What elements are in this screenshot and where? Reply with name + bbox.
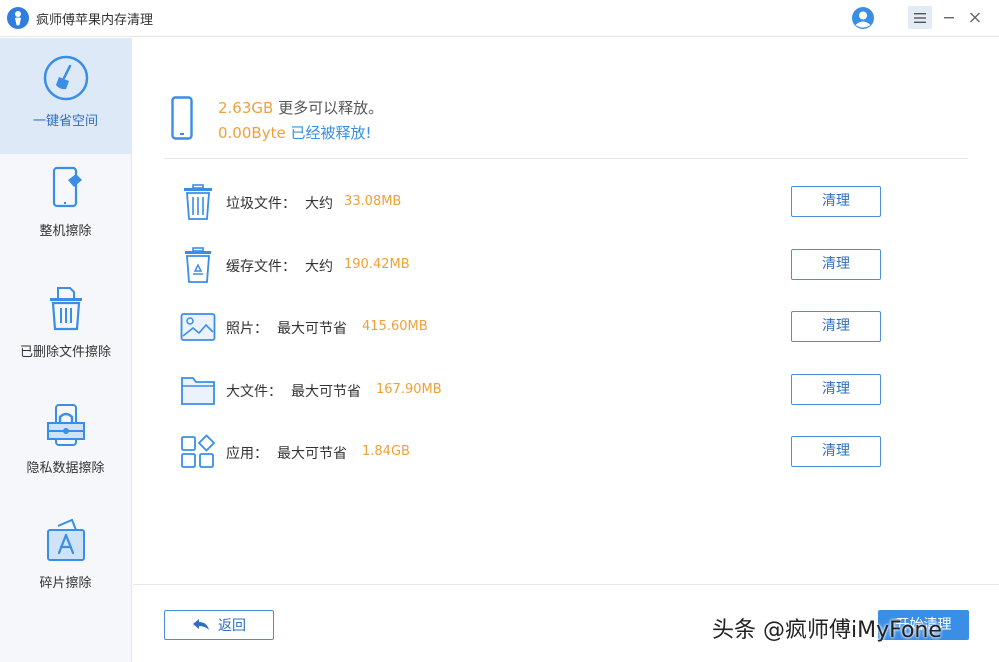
- freed-text: 已经被释放!: [290, 124, 372, 142]
- row-qualifier: 最大可节省: [277, 321, 347, 337]
- row-size: 190.42MB: [344, 257, 410, 272]
- title-bar: 疯师傅苹果内存清理: [0, 0, 999, 37]
- row-name: 垃圾文件：: [226, 196, 296, 212]
- list-item-large-files: 大文件： 最大可节省 167.90MB 清理: [0, 370, 999, 410]
- row-size: 167.90MB: [376, 382, 442, 397]
- row-name: 缓存文件：: [226, 259, 296, 275]
- app-title: 疯师傅苹果内存清理: [36, 13, 154, 28]
- freeable-text: 更多可以释放。: [278, 99, 384, 117]
- clean-button[interactable]: 清理: [791, 374, 881, 405]
- row-qualifier: 大约: [305, 196, 333, 212]
- row-size: 33.08MB: [344, 194, 402, 209]
- watermark: 头条 @疯师傅iMyFone: [712, 618, 942, 643]
- sidebar-item-one-click-save[interactable]: 一键省空间: [0, 38, 131, 154]
- clean-button[interactable]: 清理: [791, 186, 881, 217]
- apps-grid-icon: [181, 434, 216, 468]
- back-arrow-icon: [193, 619, 209, 630]
- row-name: 大文件：: [226, 384, 282, 400]
- account-icon[interactable]: [851, 6, 875, 30]
- list-item-junk-files: 垃圾文件： 大约 33.08MB 清理: [0, 182, 999, 222]
- folder-icon: [181, 377, 215, 405]
- sidebar-item-label: 碎片擦除: [39, 576, 92, 591]
- trash-can-icon: [184, 184, 212, 220]
- row-name: 应用：: [226, 446, 268, 462]
- menu-button[interactable]: [908, 6, 932, 29]
- row-size: 1.84GB: [362, 444, 410, 459]
- list-item-photos: 照片： 最大可节省 415.60MB 清理: [0, 307, 999, 347]
- clean-button[interactable]: 清理: [791, 436, 881, 467]
- summary-divider: [164, 158, 968, 159]
- sidebar-item-fragment-erase[interactable]: 碎片擦除: [0, 516, 131, 626]
- list-item-cache-files: 缓存文件： 大约 190.42MB 清理: [0, 245, 999, 285]
- footer-divider: [133, 584, 999, 585]
- sidebar-item-label: 一键省空间: [32, 114, 98, 129]
- back-button-label: 返回: [218, 618, 246, 634]
- clean-button[interactable]: 清理: [791, 311, 881, 342]
- row-qualifier: 最大可节省: [291, 384, 361, 400]
- app-window: 疯师傅苹果内存清理 一键省空间 整机擦除 已删除文件擦除 隐私数据擦除 碎片擦除…: [0, 0, 999, 662]
- recycle-bin-icon: [185, 247, 211, 283]
- freeable-amount: 2.63GB: [218, 99, 274, 117]
- broom-icon: [43, 55, 88, 101]
- hamburger-icon: [914, 12, 926, 23]
- app-store-fragment-icon: [46, 518, 85, 561]
- clean-button[interactable]: 清理: [791, 249, 881, 280]
- list-item-apps: 应用： 最大可节省 1.84GB 清理: [0, 432, 999, 472]
- app-logo-icon: [7, 7, 29, 29]
- photo-icon: [180, 313, 216, 341]
- freeable-summary: 2.63GB 更多可以释放。: [218, 97, 383, 118]
- sidebar-item-label: 整机擦除: [39, 224, 92, 239]
- sidebar: 一键省空间 整机擦除 已删除文件擦除 隐私数据擦除 碎片擦除: [0, 38, 132, 662]
- row-name: 照片：: [226, 321, 268, 337]
- row-qualifier: 最大可节省: [277, 446, 347, 462]
- freed-amount: 0.00Byte: [218, 124, 286, 142]
- row-size: 415.60MB: [362, 319, 428, 334]
- close-icon[interactable]: [964, 6, 986, 29]
- row-qualifier: 大约: [305, 259, 333, 275]
- freed-summary: 0.00Byte 已经被释放!: [218, 122, 371, 143]
- back-button[interactable]: 返回: [164, 610, 274, 640]
- phone-icon: [171, 96, 193, 140]
- minimize-icon[interactable]: [938, 6, 960, 29]
